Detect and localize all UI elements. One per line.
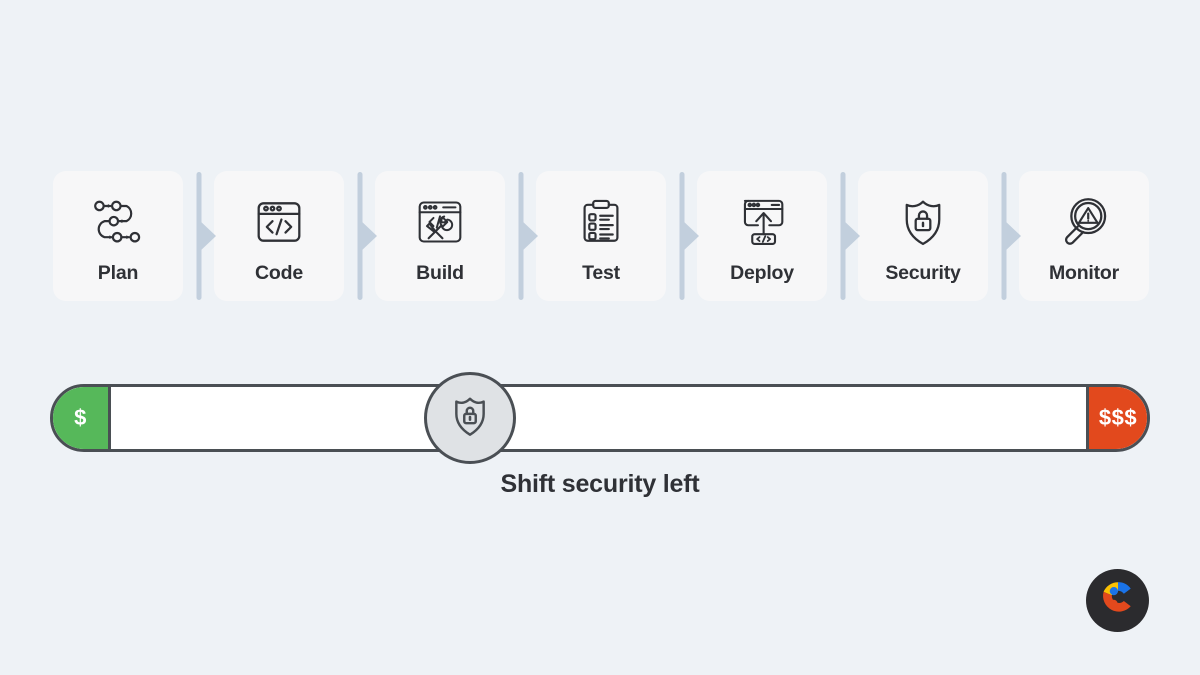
clipboard-checklist-icon (572, 193, 630, 251)
stage-card-security[interactable]: Security (858, 171, 988, 301)
stage-card-code[interactable]: Code (214, 171, 344, 301)
stage-card-plan[interactable]: Plan (53, 171, 183, 301)
pipeline-connector-arrow (988, 171, 1021, 301)
stage-label: Plan (97, 261, 139, 284)
pipeline-connector-arrow (344, 171, 377, 301)
stage-card-build[interactable]: Build (375, 171, 505, 301)
devops-pipeline: Plan Code Build Test Deploy Security Mon… (53, 171, 1149, 301)
slider-caption: Shift security left (500, 470, 700, 498)
brand-logo (1086, 569, 1149, 632)
stage-card-monitor[interactable]: Monitor (1019, 171, 1149, 301)
pipeline-connector-arrow (827, 171, 860, 301)
slider-cap-high-cost: $$$ (1086, 387, 1147, 449)
stage-label: Deploy (730, 261, 794, 284)
slider-handle[interactable] (424, 372, 516, 464)
chevron-right-icon (197, 219, 216, 253)
stage-label: Build (416, 261, 464, 284)
magnifier-warning-icon (1055, 193, 1113, 251)
stage-label: Security (885, 261, 961, 284)
chevron-right-icon (841, 219, 860, 253)
stage-label: Code (255, 261, 303, 284)
pipeline-connector-arrow (183, 171, 216, 301)
slider-track[interactable]: $ $$$ (50, 384, 1150, 452)
pipeline-connector-arrow (666, 171, 699, 301)
chevron-right-icon (680, 219, 699, 253)
chevron-right-icon (358, 219, 377, 253)
slider-cap-low-cost: $ (53, 387, 111, 449)
workflow-nodes-icon (89, 193, 147, 251)
browser-code-tools-icon (411, 193, 469, 251)
chevron-right-icon (519, 219, 538, 253)
shield-lock-icon (447, 393, 493, 444)
stage-label: Test (582, 261, 620, 284)
shift-left-slider[interactable]: $ $$$ (50, 372, 1150, 464)
browser-upload-code-icon (733, 193, 791, 251)
brand-c-icon (1096, 576, 1140, 625)
stage-card-deploy[interactable]: Deploy (697, 171, 827, 301)
chevron-right-icon (1002, 219, 1021, 253)
pipeline-connector-arrow (505, 171, 538, 301)
shield-lock-icon (894, 193, 952, 251)
stage-label: Monitor (1048, 261, 1120, 284)
stage-card-test[interactable]: Test (536, 171, 666, 301)
browser-code-icon (250, 193, 308, 251)
